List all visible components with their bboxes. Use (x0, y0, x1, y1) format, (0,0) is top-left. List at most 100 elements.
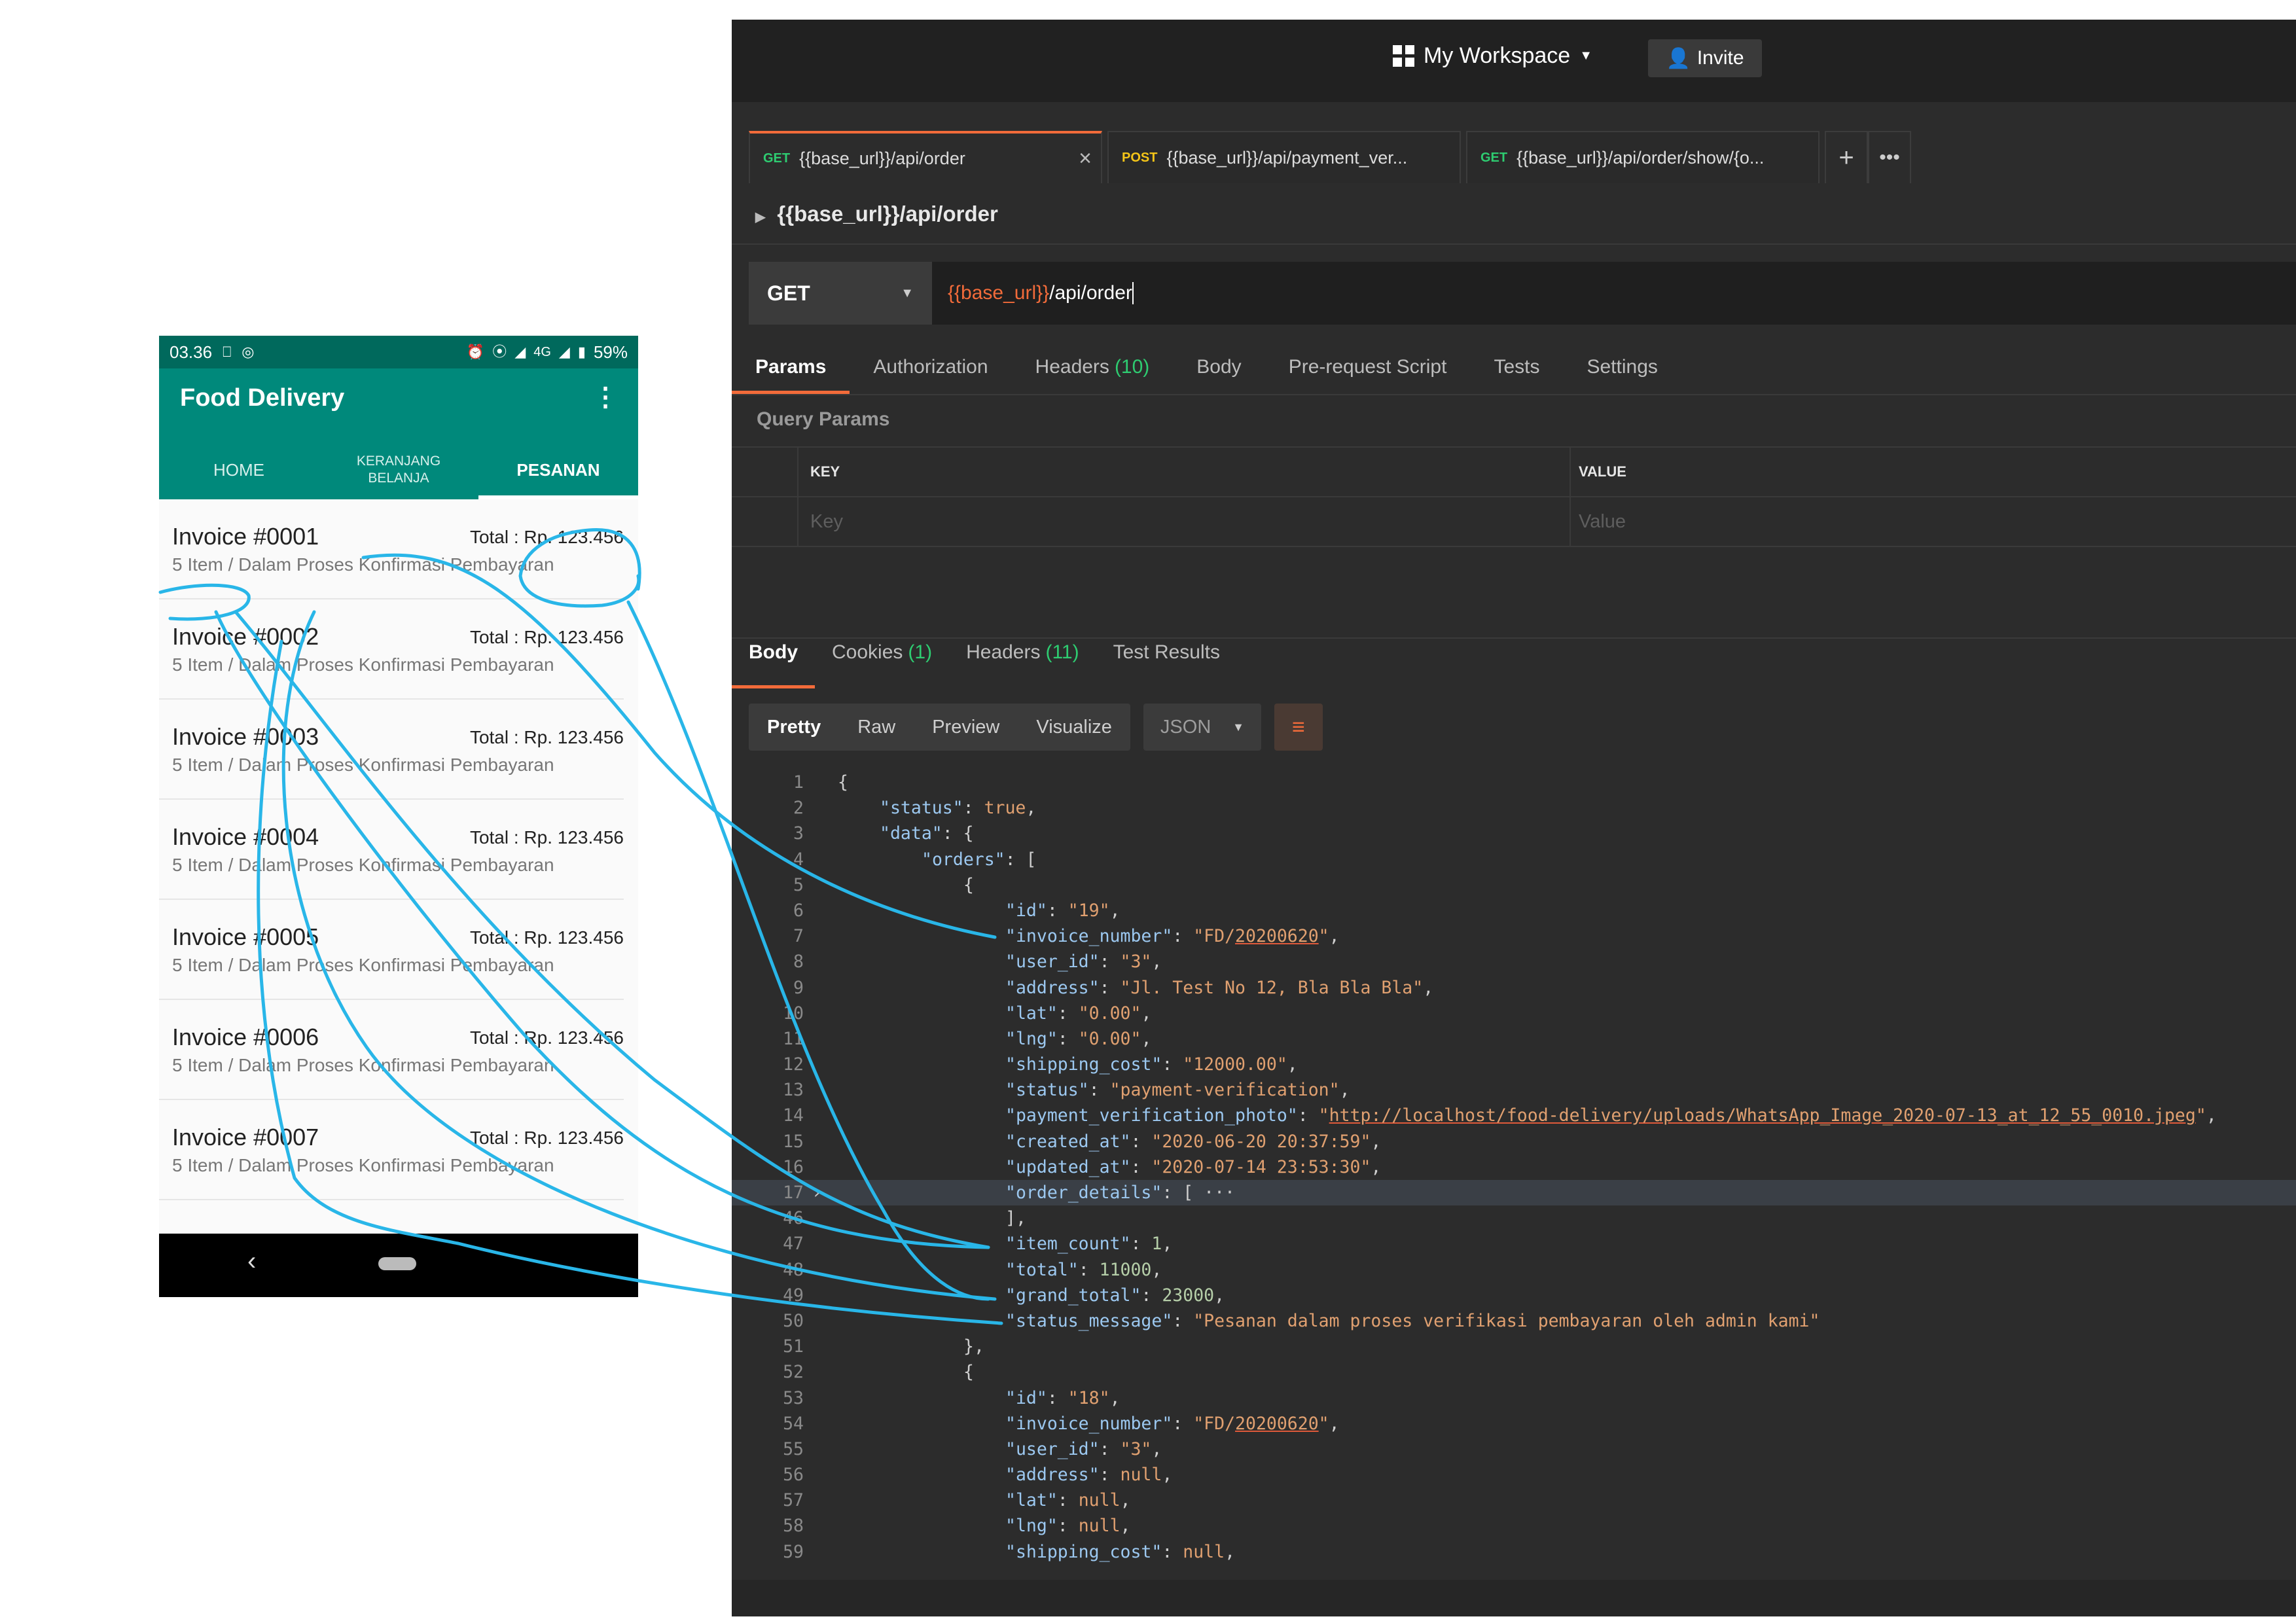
code-token: , (1120, 1516, 1131, 1537)
line-number: 56 (783, 1465, 804, 1486)
line-number: 10 (783, 1003, 804, 1024)
more-tabs-icon[interactable]: ••• (1868, 131, 1911, 183)
invoice-title: Invoice #0003 (172, 723, 319, 750)
request-tab[interactable]: POST {{base_url}}/api/payment_ver... (1107, 131, 1461, 183)
line-number: 16 (783, 1156, 804, 1177)
code-line: 15 "created_at": "2020-06-20 20:37:59", (732, 1129, 2296, 1154)
code-token: { (838, 772, 848, 793)
tab-home[interactable]: HOME (159, 440, 319, 499)
response-json-viewer[interactable]: 1{2 "status": true, 3 "data": {4 "orders": [… (732, 770, 2296, 1565)
tab-pre-request-script[interactable]: Pre-request Script (1265, 347, 1471, 394)
invoice-item[interactable]: Invoice #0003 Total : Rp. 123.456 5 Item… (159, 700, 624, 800)
tab-authorization[interactable]: Authorization (850, 347, 1011, 394)
line-number: 57 (783, 1490, 804, 1511)
invoice-title: Invoice #0007 (172, 1124, 319, 1150)
invoice-total: Total : Rp. 123.456 (469, 1128, 624, 1148)
params-cell (732, 497, 798, 546)
invoice-item[interactable]: Invoice #0001 Total : Rp. 123.456 5 Item… (159, 499, 624, 599)
code-text: "address": "Jl. Test No 12, Bla Bla Bla"… (817, 975, 1433, 1001)
tab-label: Headers (966, 641, 1041, 663)
more-vert-icon[interactable]: ⋮ (592, 384, 619, 410)
code-text: "payment_verification_photo": "http://lo… (817, 1103, 2217, 1128)
view-raw-button[interactable]: Raw (839, 704, 914, 751)
code-text: { (817, 1359, 974, 1385)
code-token: : (1078, 1259, 1100, 1280)
code-text: "lat": "0.00", (817, 1001, 1151, 1026)
line-number: 6 (793, 900, 804, 921)
data-saver-icon: ◎ (242, 344, 255, 360)
tab-headers[interactable]: Headers (10) (1012, 347, 1174, 394)
status-time: 03.36 (170, 342, 213, 362)
line-number: 7 (793, 926, 804, 947)
home-pill-icon[interactable] (378, 1257, 416, 1270)
url-input[interactable]: {{base_url}}/api/order (932, 262, 2296, 325)
tab-keranjang-belanja[interactable]: KERANJANG BELANJA (319, 440, 478, 499)
invoice-item[interactable]: Invoice #0002 Total : Rp. 123.456 5 Item… (159, 599, 624, 700)
code-token: , (1214, 1285, 1225, 1306)
value-input[interactable]: Value (1571, 497, 2296, 546)
tab-body[interactable]: Body (1173, 347, 1265, 394)
tab-test-results[interactable]: Test Results (1096, 641, 1237, 688)
code-line: 13 "status": "payment-verification", (732, 1077, 2296, 1103)
params-header-row: KEY VALUE (732, 446, 2296, 496)
request-breadcrumb[interactable]: ▶ {{base_url}}/api/order (755, 202, 998, 226)
code-token: , (2206, 1105, 2217, 1126)
request-subtabs: Params Authorization Headers (10) Body Pr… (732, 347, 1681, 394)
new-tab-button[interactable]: + (1825, 131, 1868, 183)
code-token: , (1141, 1003, 1152, 1024)
request-tab-label: {{base_url}}/api/order/show/{o... (1516, 147, 1765, 168)
wrap-lines-icon[interactable]: ≡ (1274, 704, 1323, 751)
fold-chevron-icon[interactable]: › (812, 1180, 822, 1205)
back-icon[interactable]: ‹ (247, 1247, 256, 1276)
tab-label: Body (1196, 356, 1242, 378)
invoice-item[interactable]: Invoice #0007 Total : Rp. 123.456 5 Item… (159, 1100, 624, 1200)
code-token: , (1109, 1387, 1121, 1408)
code-token: "lng" (1005, 1028, 1058, 1049)
line-number: 14 (783, 1105, 804, 1126)
code-token: : (1099, 1438, 1121, 1459)
alarm-icon: ⏰ (466, 344, 485, 360)
postman-header: My Workspace ▼ 👤 Invite (732, 20, 2296, 102)
invoice-subtitle: 5 Item / Dalam Proses Konfirmasi Pembaya… (172, 654, 554, 675)
view-visualize-button[interactable]: Visualize (1018, 704, 1130, 751)
invoice-list: Invoice #0001 Total : Rp. 123.456 5 Item… (159, 499, 638, 1200)
request-tab[interactable]: GET {{base_url}}/api/order/show/{o... (1466, 131, 1820, 183)
signal-icon: ◢ (558, 344, 570, 360)
invoice-item[interactable]: Invoice #0006 Total : Rp. 123.456 5 Item… (159, 1000, 624, 1100)
tab-response-headers[interactable]: Headers (11) (949, 641, 1096, 688)
method-select[interactable]: GET ▼ (749, 262, 932, 325)
tab-label: Authorization (873, 356, 988, 378)
bottom-status-strip (732, 1580, 2296, 1616)
format-select[interactable]: JSON ▼ (1143, 704, 1261, 751)
tab-settings[interactable]: Settings (1563, 347, 1681, 394)
tab-cookies[interactable]: Cookies (1) (815, 641, 949, 688)
view-pretty-button[interactable]: Pretty (749, 704, 839, 751)
android-status-bar: 03.36 ⎕ ◎ ⏰ ⦿ ◢ 4G ◢ ▮ 59% (159, 336, 638, 368)
tab-pesanan[interactable]: PESANAN (478, 440, 638, 499)
code-token: "18" (1067, 1387, 1110, 1408)
invoice-item[interactable]: Invoice #0004 Total : Rp. 123.456 5 Item… (159, 800, 624, 900)
battery-level: 59% (593, 342, 628, 362)
tab-response-body[interactable]: Body (732, 641, 815, 688)
invoice-item[interactable]: Invoice #0005 Total : Rp. 123.456 5 Item… (159, 900, 624, 1000)
value-header: VALUE (1579, 463, 1626, 480)
tab-tests[interactable]: Tests (1470, 347, 1563, 394)
invoice-subtitle: 5 Item / Dalam Proses Konfirmasi Pembaya… (172, 755, 554, 775)
workspace-switcher[interactable]: My Workspace ▼ (1393, 43, 1592, 69)
code-line: 52 { (732, 1359, 2296, 1385)
view-preview-button[interactable]: Preview (914, 704, 1018, 751)
params-row: Key Value (732, 496, 2296, 547)
key-input[interactable]: Key (798, 497, 1571, 546)
battery-icon: ▮ (577, 344, 586, 360)
code-text: ], (817, 1205, 1026, 1231)
code-token: , (1151, 1438, 1162, 1459)
request-tab[interactable]: GET {{base_url}}/api/order × (749, 131, 1102, 183)
code-token: , (1371, 1131, 1382, 1152)
invite-button[interactable]: 👤 Invite (1648, 39, 1762, 77)
line-number: 9 (793, 977, 804, 998)
close-icon[interactable]: × (1079, 146, 1092, 171)
tab-params[interactable]: Params (732, 347, 850, 394)
tab-count: (1) (908, 641, 933, 663)
invoice-subtitle: 5 Item / Dalam Proses Konfirmasi Pembaya… (172, 554, 554, 575)
add-user-icon: 👤 (1666, 47, 1691, 69)
